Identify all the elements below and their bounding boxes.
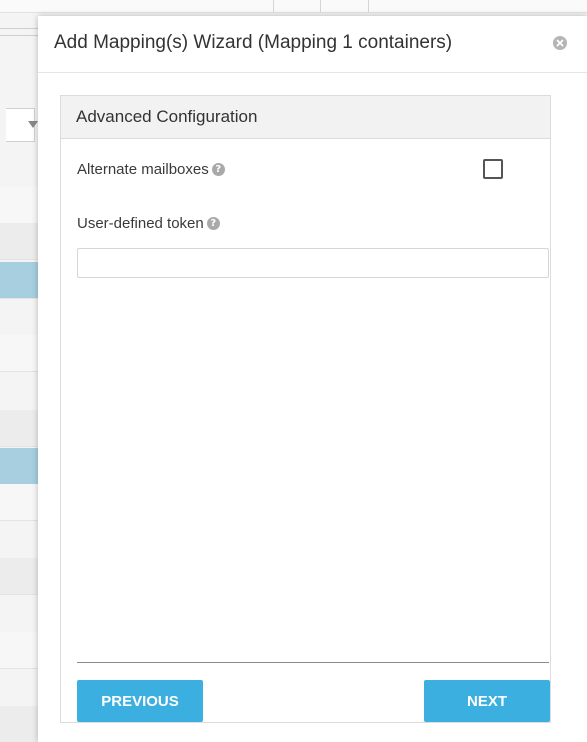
alternate-mailboxes-label-text: Alternate mailboxes xyxy=(77,161,209,178)
background-divider xyxy=(368,0,369,12)
table-row[interactable] xyxy=(0,632,40,669)
table-row[interactable] xyxy=(0,484,40,521)
table-row[interactable] xyxy=(0,187,40,224)
close-icon[interactable] xyxy=(553,36,567,50)
table-row[interactable] xyxy=(0,262,40,299)
background-table xyxy=(0,12,40,742)
user-defined-token-input[interactable] xyxy=(77,248,549,278)
modal-header: Add Mapping(s) Wizard (Mapping 1 contain… xyxy=(38,16,587,73)
next-button[interactable]: NEXT xyxy=(424,680,550,722)
table-row[interactable] xyxy=(0,706,40,742)
alternate-mailboxes-checkbox[interactable] xyxy=(483,159,503,179)
table-row[interactable] xyxy=(0,223,40,260)
table-row[interactable] xyxy=(0,558,40,595)
alternate-mailboxes-label: Alternate mailboxes? xyxy=(77,161,225,178)
background-divider xyxy=(320,0,321,12)
wizard-modal: Add Mapping(s) Wizard (Mapping 1 contain… xyxy=(38,16,587,742)
footer-divider xyxy=(77,662,549,663)
background-divider xyxy=(273,0,274,12)
user-defined-token-label: User-defined token? xyxy=(77,215,220,232)
advanced-configuration-panel: Advanced Configuration Alternate mailbox… xyxy=(60,95,551,723)
help-icon[interactable]: ? xyxy=(206,217,220,230)
table-row[interactable] xyxy=(0,448,40,485)
help-icon[interactable]: ? xyxy=(211,163,225,176)
user-defined-token-label-text: User-defined token xyxy=(77,215,204,232)
background-topbar xyxy=(0,0,587,13)
page: Add Mapping(s) Wizard (Mapping 1 contain… xyxy=(0,0,587,742)
table-row[interactable] xyxy=(0,410,40,447)
previous-button[interactable]: PREVIOUS xyxy=(77,680,203,722)
panel-heading: Advanced Configuration xyxy=(61,96,550,139)
panel-title: Advanced Configuration xyxy=(76,107,258,126)
modal-title: Add Mapping(s) Wizard (Mapping 1 contain… xyxy=(54,32,453,53)
table-row[interactable] xyxy=(0,335,40,372)
